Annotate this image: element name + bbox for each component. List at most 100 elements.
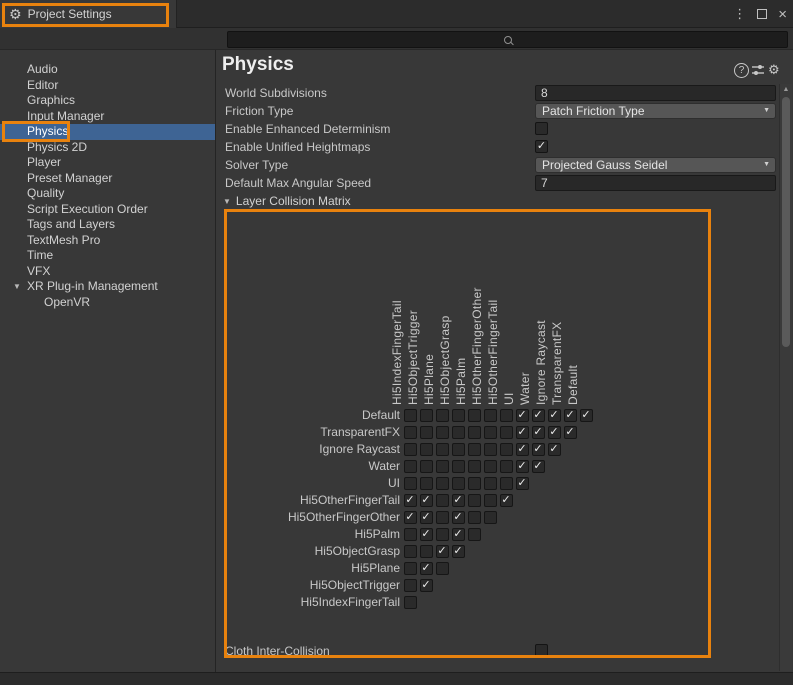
sidebar-item-input-manager[interactable]: Input Manager	[0, 109, 215, 125]
matrix-cell-hi5palm-x-hi5palm[interactable]	[468, 528, 481, 541]
scrollbar-thumb[interactable]	[782, 97, 790, 347]
matrix-cell-default-x-hi5objectgrasp[interactable]	[452, 409, 465, 422]
matrix-cell-default-x-hi5indexfingertail[interactable]	[404, 409, 417, 422]
matrix-cell-hi5otherfingerother-x-hi5palm[interactable]	[468, 511, 481, 524]
matrix-cell-ui-x-ui[interactable]: ✓	[516, 477, 529, 490]
sidebar-item-xr-plug-in-management[interactable]: ▼XR Plug-in Management	[0, 279, 215, 295]
matrix-cell-transparentfx-x-hi5otherfingertail[interactable]	[500, 426, 513, 439]
matrix-cell-hi5palm-x-hi5objecttrigger[interactable]: ✓	[420, 528, 433, 541]
matrix-cell-default-x-hi5otherfingertail[interactable]	[500, 409, 513, 422]
sidebar-item-script-execution-order[interactable]: Script Execution Order	[0, 202, 215, 218]
matrix-cell-ignore-raycast-x-water[interactable]: ✓	[532, 443, 545, 456]
matrix-cell-default-x-hi5objecttrigger[interactable]	[420, 409, 433, 422]
matrix-cell-default-x-ignore-raycast[interactable]: ✓	[548, 409, 561, 422]
matrix-cell-hi5otherfingerother-x-hi5indexfingertail[interactable]: ✓	[404, 511, 417, 524]
sidebar-item-time[interactable]: Time	[0, 248, 215, 264]
matrix-cell-hi5objectgrasp-x-hi5objecttrigger[interactable]	[420, 545, 433, 558]
matrix-cell-ignore-raycast-x-hi5objectgrasp[interactable]	[452, 443, 465, 456]
matrix-cell-ui-x-hi5otherfingerother[interactable]	[484, 477, 497, 490]
matrix-cell-transparentfx-x-ignore-raycast[interactable]: ✓	[548, 426, 561, 439]
sidebar-item-preset-manager[interactable]: Preset Manager	[0, 171, 215, 187]
matrix-cell-water-x-hi5palm[interactable]	[468, 460, 481, 473]
matrix-cell-ui-x-hi5otherfingertail[interactable]	[500, 477, 513, 490]
matrix-cell-hi5plane-x-hi5objecttrigger[interactable]: ✓	[420, 562, 433, 575]
matrix-cell-hi5otherfingertail-x-hi5objectgrasp[interactable]: ✓	[452, 494, 465, 507]
matrix-cell-default-x-hi5palm[interactable]	[468, 409, 481, 422]
matrix-cell-hi5palm-x-hi5indexfingertail[interactable]	[404, 528, 417, 541]
sidebar-item-vfx[interactable]: VFX	[0, 264, 215, 280]
matrix-cell-ignore-raycast-x-hi5otherfingertail[interactable]	[500, 443, 513, 456]
sidebar-item-openvr[interactable]: OpenVR	[0, 295, 215, 311]
matrix-cell-hi5otherfingerother-x-hi5objectgrasp[interactable]: ✓	[452, 511, 465, 524]
matrix-cell-default-x-hi5otherfingerother[interactable]	[484, 409, 497, 422]
maximize-icon[interactable]	[757, 9, 767, 19]
matrix-cell-hi5otherfingertail-x-hi5palm[interactable]	[468, 494, 481, 507]
matrix-cell-default-x-default[interactable]: ✓	[580, 409, 593, 422]
close-icon[interactable]: ×	[778, 6, 787, 23]
matrix-cell-default-x-transparentfx[interactable]: ✓	[564, 409, 577, 422]
matrix-cell-ui-x-hi5palm[interactable]	[468, 477, 481, 490]
sidebar-item-graphics[interactable]: Graphics	[0, 93, 215, 109]
matrix-cell-ui-x-hi5objectgrasp[interactable]	[452, 477, 465, 490]
scroll-up-icon[interactable]: ▲	[780, 86, 792, 93]
matrix-cell-hi5plane-x-hi5indexfingertail[interactable]	[404, 562, 417, 575]
sidebar-item-quality[interactable]: Quality	[0, 186, 215, 202]
matrix-cell-water-x-hi5plane[interactable]	[436, 460, 449, 473]
sidebar-item-player[interactable]: Player	[0, 155, 215, 171]
matrix-cell-hi5palm-x-hi5plane[interactable]	[436, 528, 449, 541]
sidebar-item-audio[interactable]: Audio	[0, 62, 215, 78]
matrix-cell-ignore-raycast-x-hi5plane[interactable]	[436, 443, 449, 456]
matrix-cell-transparentfx-x-hi5plane[interactable]	[436, 426, 449, 439]
menu-icon[interactable]: ⋮	[733, 6, 746, 22]
matrix-cell-water-x-hi5otherfingertail[interactable]	[500, 460, 513, 473]
matrix-cell-hi5otherfingertail-x-hi5otherfingerother[interactable]	[484, 494, 497, 507]
matrix-cell-transparentfx-x-hi5palm[interactable]	[468, 426, 481, 439]
matrix-cell-hi5objecttrigger-x-hi5indexfingertail[interactable]	[404, 579, 417, 592]
cloth-inter-collision-checkbox[interactable]	[535, 644, 548, 657]
sidebar-item-editor[interactable]: Editor	[0, 78, 215, 94]
matrix-cell-hi5objectgrasp-x-hi5plane[interactable]: ✓	[436, 545, 449, 558]
matrix-cell-water-x-ui[interactable]: ✓	[516, 460, 529, 473]
matrix-cell-transparentfx-x-hi5objectgrasp[interactable]	[452, 426, 465, 439]
foldout-triangle-icon[interactable]: ▼	[13, 279, 21, 295]
sidebar-item-physics-2d[interactable]: Physics 2D	[0, 140, 215, 156]
sidebar-item-physics[interactable]: Physics	[0, 124, 215, 140]
matrix-cell-hi5otherfingertail-x-hi5objecttrigger[interactable]: ✓	[420, 494, 433, 507]
matrix-cell-ignore-raycast-x-ignore-raycast[interactable]: ✓	[548, 443, 561, 456]
matrix-cell-ignore-raycast-x-hi5palm[interactable]	[468, 443, 481, 456]
matrix-cell-hi5plane-x-hi5plane[interactable]	[436, 562, 449, 575]
matrix-cell-water-x-hi5indexfingertail[interactable]	[404, 460, 417, 473]
matrix-cell-transparentfx-x-water[interactable]: ✓	[532, 426, 545, 439]
matrix-cell-ignore-raycast-x-ui[interactable]: ✓	[516, 443, 529, 456]
matrix-cell-default-x-hi5plane[interactable]	[436, 409, 449, 422]
matrix-cell-hi5palm-x-hi5objectgrasp[interactable]: ✓	[452, 528, 465, 541]
matrix-cell-ui-x-hi5indexfingertail[interactable]	[404, 477, 417, 490]
matrix-cell-hi5otherfingertail-x-hi5plane[interactable]	[436, 494, 449, 507]
matrix-cell-transparentfx-x-hi5objecttrigger[interactable]	[420, 426, 433, 439]
matrix-cell-hi5otherfingerother-x-hi5objecttrigger[interactable]: ✓	[420, 511, 433, 524]
matrix-cell-hi5objecttrigger-x-hi5objecttrigger[interactable]: ✓	[420, 579, 433, 592]
matrix-cell-transparentfx-x-hi5indexfingertail[interactable]	[404, 426, 417, 439]
window-tab[interactable]: ⚙ Project Settings	[0, 0, 177, 28]
matrix-cell-water-x-hi5objectgrasp[interactable]	[452, 460, 465, 473]
matrix-cell-default-x-water[interactable]: ✓	[532, 409, 545, 422]
matrix-cell-water-x-water[interactable]: ✓	[532, 460, 545, 473]
matrix-cell-water-x-hi5otherfingerother[interactable]	[484, 460, 497, 473]
matrix-cell-water-x-hi5objecttrigger[interactable]	[420, 460, 433, 473]
matrix-cell-transparentfx-x-hi5otherfingerother[interactable]	[484, 426, 497, 439]
matrix-cell-ui-x-hi5objecttrigger[interactable]	[420, 477, 433, 490]
matrix-cell-ui-x-hi5plane[interactable]	[436, 477, 449, 490]
matrix-cell-ignore-raycast-x-hi5otherfingerother[interactable]	[484, 443, 497, 456]
sidebar-item-textmesh-pro[interactable]: TextMesh Pro	[0, 233, 215, 249]
matrix-cell-hi5indexfingertail-x-hi5indexfingertail[interactable]	[404, 596, 417, 609]
sidebar-item-tags-and-layers[interactable]: Tags and Layers	[0, 217, 215, 233]
matrix-cell-ignore-raycast-x-hi5objecttrigger[interactable]	[420, 443, 433, 456]
matrix-cell-hi5otherfingertail-x-hi5otherfingertail[interactable]: ✓	[500, 494, 513, 507]
matrix-cell-ignore-raycast-x-hi5indexfingertail[interactable]	[404, 443, 417, 456]
matrix-cell-hi5otherfingerother-x-hi5otherfingerother[interactable]	[484, 511, 497, 524]
matrix-cell-transparentfx-x-transparentfx[interactable]: ✓	[564, 426, 577, 439]
matrix-cell-hi5otherfingertail-x-hi5indexfingertail[interactable]: ✓	[404, 494, 417, 507]
matrix-cell-default-x-ui[interactable]: ✓	[516, 409, 529, 422]
vertical-scrollbar[interactable]: ▲	[779, 84, 792, 671]
matrix-cell-transparentfx-x-ui[interactable]: ✓	[516, 426, 529, 439]
